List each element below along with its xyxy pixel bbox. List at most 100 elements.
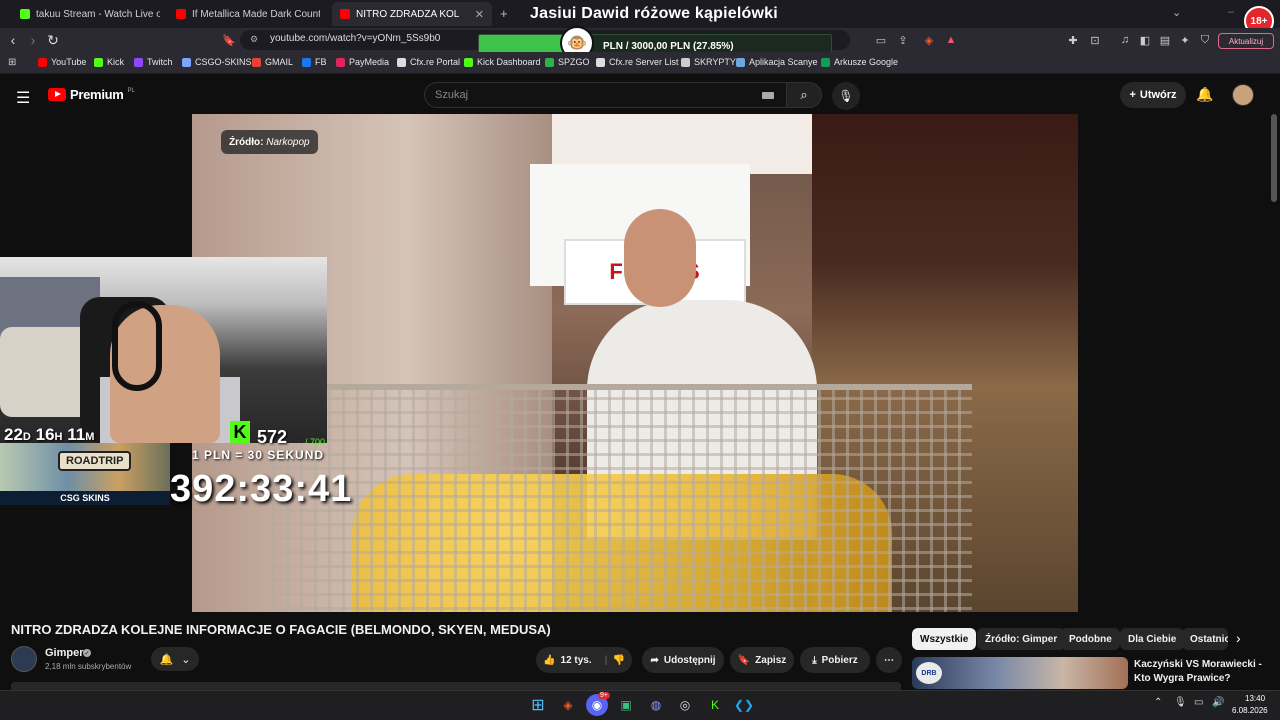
sidebar-icon[interactable]: ◧ xyxy=(1138,33,1152,47)
microphone-tray-icon[interactable]: 🎙 xyxy=(1174,697,1187,708)
screenshot-icon[interactable]: ⊡ xyxy=(1088,33,1102,47)
close-tab-icon[interactable]: ✕ xyxy=(475,8,484,21)
kick-taskbar-icon[interactable]: K xyxy=(704,694,726,716)
source-name: Narkopop xyxy=(266,136,310,148)
chip-for-you[interactable]: Dla Ciebie xyxy=(1120,628,1185,650)
brave-rewards-icon[interactable]: ▲ xyxy=(944,33,958,47)
page-scrollbar[interactable] xyxy=(1271,114,1277,202)
more-actions-button[interactable]: ⋯ xyxy=(876,647,902,673)
bookmark-item[interactable]: Cfx.re Portal xyxy=(397,57,460,67)
brave-taskbar-icon[interactable]: ◈ xyxy=(557,694,579,716)
bookmark-item[interactable]: GMAIL xyxy=(252,57,293,67)
sponsor-brand: CSG SKINS xyxy=(0,491,170,505)
keyboard-icon[interactable] xyxy=(762,92,774,99)
reload-icon[interactable]: ↻ xyxy=(44,31,62,49)
vscode-taskbar-icon[interactable]: ❮❯ xyxy=(733,694,755,716)
url-text[interactable]: youtube.com/watch?v=yONm_5Ss9b0 xyxy=(270,33,440,44)
bookmarks-icon[interactable]: ▤ xyxy=(1158,33,1172,47)
download-label: Pobierz xyxy=(821,654,858,666)
tab-metallica[interactable]: If Metallica Made Dark Country (Seri xyxy=(168,2,320,26)
bookmark-item[interactable]: CSGO-SKINS xyxy=(182,57,252,67)
leo-ai-icon[interactable]: ✦ xyxy=(1178,33,1192,47)
windows-start-icon[interactable]: ⊞ xyxy=(527,694,549,716)
clock-time[interactable]: 13:40 xyxy=(1245,694,1265,703)
tab-list-icon[interactable]: ⌄ xyxy=(1172,6,1181,19)
share-page-icon[interactable]: ⇪ xyxy=(896,33,910,47)
recommendation-title[interactable]: Kaczyński VS Morawiecki - Kto Wygra Praw… xyxy=(1134,658,1264,686)
update-button[interactable]: Aktualizuj xyxy=(1218,33,1274,49)
search-button[interactable]: ⌕ xyxy=(786,82,822,108)
channel-name[interactable]: Gimper xyxy=(45,647,84,659)
voice-search-button[interactable]: 🎙 xyxy=(832,82,860,110)
thumbs-down-icon[interactable]: 👎 xyxy=(612,655,624,666)
bookmark-item[interactable]: Kick xyxy=(94,57,124,67)
notifications-bell-icon[interactable]: 🔔 xyxy=(1196,86,1213,103)
save-label: Zapisz xyxy=(755,654,787,666)
bookmark-favicon-icon xyxy=(464,57,473,67)
share-button[interactable]: ➦ Udostępnij xyxy=(642,647,724,673)
sponsor-banner: ROADTRIP CSG SKINS xyxy=(0,443,170,505)
bookmark-page-icon[interactable]: 🔖 xyxy=(220,31,238,49)
volume-icon[interactable]: 🔊 xyxy=(1212,697,1224,708)
recommendation-thumbnail[interactable] xyxy=(912,657,1128,689)
download-button[interactable]: ⤓ Pobierz xyxy=(800,647,870,673)
brave-shield-icon[interactable]: ◈ xyxy=(922,33,936,47)
video-person-head xyxy=(624,209,696,307)
bookmark-item[interactable]: Cfx.re Server List xyxy=(596,57,679,67)
youtube-premium-logo[interactable]: Premium PL xyxy=(48,87,135,102)
channel-avatar[interactable] xyxy=(11,646,37,672)
like-button[interactable]: 👍 12 tys. | 👎 xyxy=(536,647,632,673)
bookmark-item[interactable]: SPZGO xyxy=(545,57,590,67)
forward-icon[interactable]: › xyxy=(24,31,42,49)
bookmark-item[interactable]: FB xyxy=(302,57,327,67)
network-icon[interactable]: ▭ xyxy=(1194,697,1203,708)
search-input[interactable]: Szukaj xyxy=(424,82,788,108)
bookmark-label: YouTube xyxy=(51,57,87,67)
site-info-icon[interactable]: ⚙ xyxy=(250,34,258,45)
apps-grid-icon[interactable]: ⊞ xyxy=(8,57,16,68)
chevron-right-icon[interactable]: › xyxy=(1236,630,1241,646)
bookmark-item[interactable]: YouTube xyxy=(38,57,86,67)
back-icon[interactable]: ‹ xyxy=(4,31,22,49)
pln-rate-text: 1 PLN = 30 SEKUND xyxy=(192,448,325,462)
bookmark-item[interactable]: Aplikacja Scanye xyxy=(736,57,818,67)
hamburger-menu-icon[interactable]: ☰ xyxy=(16,88,30,108)
clock-date[interactable]: 6.08.2026 xyxy=(1232,706,1268,715)
new-tab-button[interactable]: + xyxy=(500,6,508,21)
vpn-icon[interactable]: ⛉ xyxy=(1198,33,1212,47)
roadtrip-label: ROADTRIP xyxy=(58,451,132,471)
save-button[interactable]: 🔖 Zapisz xyxy=(730,647,794,673)
app-taskbar-icon[interactable]: ▣ xyxy=(615,694,637,716)
tray-chevron-up-icon[interactable]: ⌃ xyxy=(1154,697,1162,708)
viewer-count: 572 xyxy=(257,427,288,447)
bookmark-item[interactable]: Arkusze Google xyxy=(821,57,898,67)
media-icon[interactable]: ♫ xyxy=(1118,33,1132,47)
extensions-icon[interactable]: ✚ xyxy=(1066,33,1080,47)
create-button[interactable]: + Utwórz xyxy=(1120,82,1186,108)
youtube-play-icon xyxy=(48,88,66,101)
kick-favicon-icon xyxy=(20,9,30,19)
app2-taskbar-icon[interactable]: ◍ xyxy=(645,694,667,716)
subscription-bell-button[interactable]: 🔔 ⌄ xyxy=(151,647,199,671)
chip-all[interactable]: Wszystkie xyxy=(912,628,977,650)
tab-nitro-active[interactable]: NITRO ZDRADZA KOLEJNE INFO ✕ xyxy=(332,2,492,26)
minimize-icon[interactable]: – xyxy=(1228,6,1234,18)
logo-text: Premium xyxy=(70,87,124,102)
chip-related[interactable]: Podobne xyxy=(1061,628,1120,650)
share-arrow-icon: ➦ xyxy=(650,654,659,666)
chip-recent[interactable]: Ostatnio xyxy=(1182,628,1228,650)
bookmark-label: Twitch xyxy=(147,57,173,67)
thumbs-up-icon: 👍 xyxy=(543,654,556,666)
cast-icon[interactable]: ▭ xyxy=(874,33,888,47)
obs-taskbar-icon[interactable]: ◎ xyxy=(674,694,696,716)
chip-source[interactable]: Źródło: Gimper xyxy=(977,628,1066,650)
bookmark-favicon-icon xyxy=(681,57,690,67)
bookmark-favicon-icon xyxy=(134,57,143,67)
bookmark-item[interactable]: PayMedia xyxy=(336,57,389,67)
tab-kick-stream[interactable]: takuu Stream - Watch Live on Ki xyxy=(12,2,160,26)
user-avatar[interactable] xyxy=(1232,84,1254,106)
bookmark-item[interactable]: Twitch xyxy=(134,57,173,67)
bookmark-item[interactable]: Kick Dashboard xyxy=(464,57,541,67)
countdown-minutes: 11 xyxy=(67,425,86,444)
bookmark-item[interactable]: SKRYPTY xyxy=(681,57,736,67)
